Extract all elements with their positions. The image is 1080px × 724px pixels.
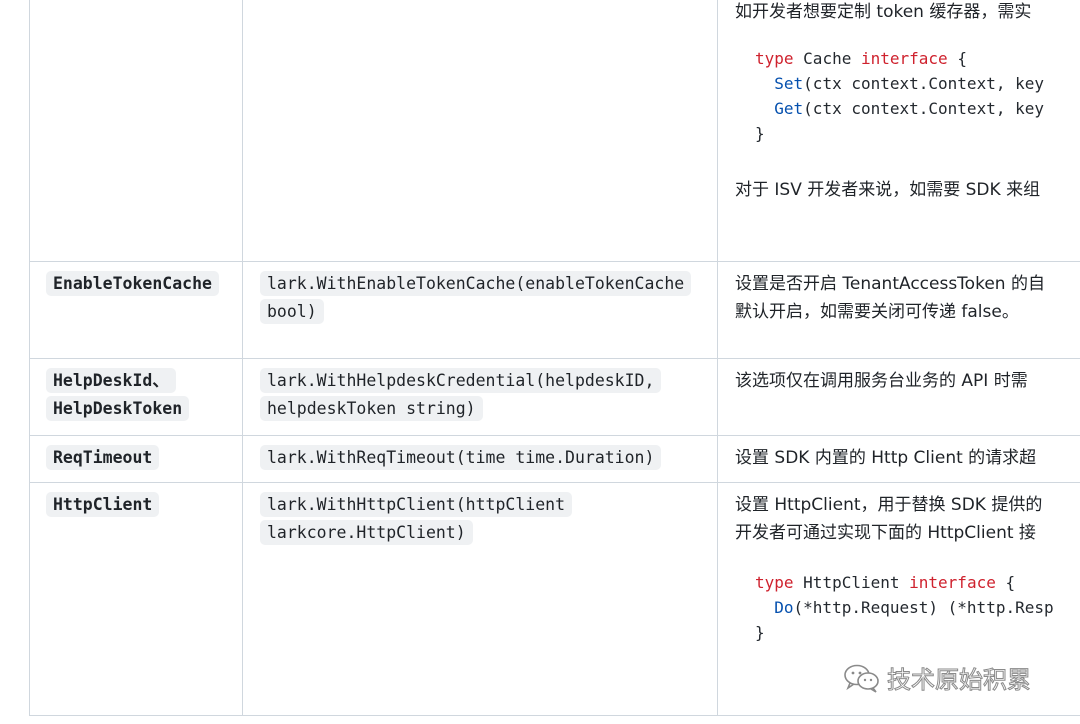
table-row: HelpDeskId、 HelpDeskToken lark.WithHelpd… [29,358,1080,436]
option-name: EnableTokenCache [46,271,219,296]
watermark: 技术原始积累 [843,660,1032,695]
wechat-icon [843,663,881,693]
signature-cell: lark.WithHelpdeskCredential(helpdeskID, … [242,358,718,436]
option-name-cell: EnableTokenCache [29,261,243,359]
table-row: 如开发者想要定制 token 缓存器，需实 type Cache interfa… [29,0,1080,262]
description-text: 该选项仅在调用服务台业务的 API 时需 [735,371,1028,391]
description-text: 设置 HttpClient，用于替换 SDK 提供的 [735,495,1043,515]
description-cell: 设置是否开启 TenantAccessToken 的自 默认开启，如需要关闭可传… [717,261,1080,359]
description-text: 对于 ISV 开发者来说，如需要 SDK 来组 [735,180,1041,200]
code-block: type Cache interface { Set(ctx context.C… [755,49,1044,143]
watermark-text: 技术原始积累 [887,666,1032,695]
option-name: ReqTimeout [46,445,160,470]
description-cell: 如开发者想要定制 token 缓存器，需实 type Cache interfa… [717,0,1080,262]
description-text: 默认开启，如需要关闭可传递 false。 [735,302,1019,322]
table-row: EnableTokenCache lark.WithEnableTokenCac… [29,261,1080,359]
description-text: 设置是否开启 TenantAccessToken 的自 [735,274,1045,294]
table-row: ReqTimeout lark.WithReqTimeout(time time… [29,435,1080,483]
description-text: 如开发者想要定制 token 缓存器，需实 [735,2,1032,22]
option-name-cell: HttpClient [29,482,243,716]
description-text: 开发者可通过实现下面的 HttpClient 接 [735,523,1036,543]
option-name-cell: HelpDeskId、 HelpDeskToken [29,358,243,436]
option-signature: lark.WithHttpClient(httpClient larkcore.… [260,492,573,545]
code-block: type HttpClient interface { Do(*http.Req… [755,573,1054,642]
signature-cell: lark.WithReqTimeout(time time.Duration) [242,435,718,483]
description-cell: 设置 SDK 内置的 Http Client 的请求超 [717,435,1080,483]
option-signature: lark.WithReqTimeout(time time.Duration) [260,445,662,470]
signature-cell: lark.WithHttpClient(httpClient larkcore.… [242,482,718,716]
description-text: 设置 SDK 内置的 Http Client 的请求超 [735,448,1037,468]
option-signature: lark.WithEnableTokenCache(enableTokenCac… [260,271,692,324]
description-cell: 该选项仅在调用服务台业务的 API 时需 [717,358,1080,436]
option-name-cell: ReqTimeout [29,435,243,483]
signature-cell: lark.WithEnableTokenCache(enableTokenCac… [242,261,718,359]
option-name: HelpDeskId、 HelpDeskToken [46,368,190,421]
option-name: HttpClient [46,492,160,517]
options-table: 如开发者想要定制 token 缓存器，需实 type Cache interfa… [29,0,1080,716]
option-signature: lark.WithHelpdeskCredential(helpdeskID, … [260,368,662,421]
